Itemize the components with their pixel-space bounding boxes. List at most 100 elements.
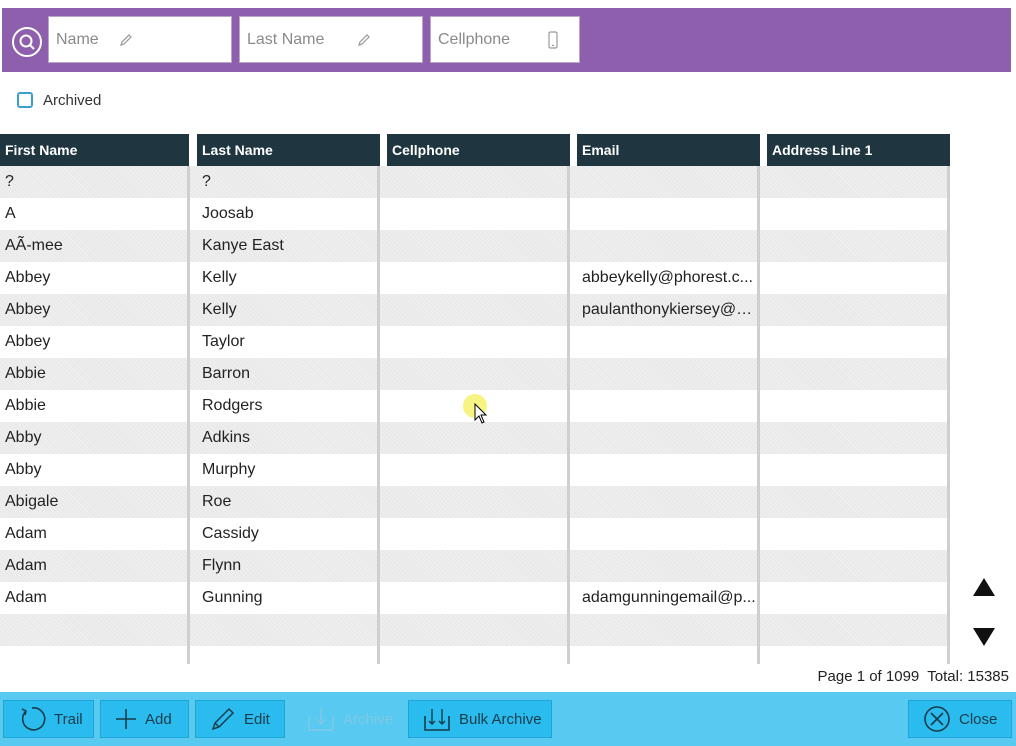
table-row[interactable]: Abbey Kelly abbeykelly@phorest.c... bbox=[0, 262, 950, 294]
search-icon bbox=[19, 34, 35, 50]
cell-email bbox=[577, 166, 757, 198]
cell-last-name: Roe bbox=[202, 493, 232, 510]
edit-label: Edit bbox=[244, 710, 270, 728]
cell-email bbox=[577, 550, 757, 582]
cell-first-name bbox=[0, 614, 187, 646]
column-header-last-name[interactable]: Last Name bbox=[197, 134, 380, 166]
cell-first-name: Abbey bbox=[5, 333, 51, 350]
bulk-archive-label: Bulk Archive bbox=[459, 710, 542, 728]
cell-email: adamgunningemail@p... bbox=[582, 589, 756, 606]
archived-filter[interactable]: Archived bbox=[17, 91, 101, 109]
table-row[interactable]: Abbie Barron bbox=[0, 358, 950, 390]
cell-first-name: Abbie bbox=[5, 397, 46, 414]
column-header-email[interactable]: Email bbox=[577, 134, 760, 166]
table-row[interactable]: Abigale Roe bbox=[0, 486, 950, 518]
archive-label: Archive bbox=[343, 710, 394, 728]
cell-address-line-1 bbox=[767, 326, 947, 358]
cell-email bbox=[577, 614, 757, 646]
cell-first-name: Abigale bbox=[5, 493, 59, 510]
cellphone-input[interactable] bbox=[438, 30, 543, 49]
close-circle-icon bbox=[924, 706, 950, 732]
cell-cellphone bbox=[387, 582, 567, 614]
plus-icon bbox=[116, 709, 136, 729]
cell-email bbox=[577, 198, 757, 230]
close-button[interactable]: Close bbox=[908, 700, 1012, 738]
scroll-down-icon[interactable] bbox=[972, 627, 996, 647]
bulk-archive-button[interactable]: Bulk Archive bbox=[408, 700, 552, 738]
column-header-first-name[interactable]: First Name bbox=[0, 134, 189, 166]
cell-address-line-1 bbox=[767, 454, 947, 486]
bottom-toolbar: Trail Add Edit Archive Bulk Archive Clos… bbox=[0, 692, 1016, 746]
last-name-field[interactable] bbox=[239, 16, 423, 63]
cell-last-name: Gunning bbox=[202, 589, 263, 606]
table-row[interactable]: Abbey Taylor bbox=[0, 326, 950, 358]
cell-cellphone bbox=[387, 230, 567, 262]
cell-last-name: Flynn bbox=[202, 557, 242, 574]
table-row[interactable] bbox=[0, 614, 950, 646]
cell-address-line-1 bbox=[767, 358, 947, 390]
last-name-input[interactable] bbox=[247, 30, 352, 49]
table-row[interactable]: ?? bbox=[0, 166, 950, 198]
column-divider bbox=[187, 166, 190, 664]
column-header-cellphone[interactable]: Cellphone bbox=[387, 134, 570, 166]
cell-cellphone bbox=[387, 518, 567, 550]
table-row[interactable]: A Joosab bbox=[0, 198, 950, 230]
cell-last-name: Taylor bbox=[202, 333, 245, 350]
phone-icon bbox=[547, 30, 559, 49]
archived-label: Archived bbox=[43, 91, 102, 109]
pencil-icon bbox=[118, 32, 134, 48]
trail-button[interactable]: Trail bbox=[3, 700, 94, 738]
cell-first-name: Abby bbox=[5, 461, 42, 478]
table-row[interactable]: Abby Murphy bbox=[0, 454, 950, 486]
cell-first-name: ? bbox=[5, 173, 14, 190]
table-row[interactable]: Adam Flynn bbox=[0, 550, 950, 582]
cell-last-name: Rodgers bbox=[202, 397, 263, 414]
column-header-address-line-1[interactable]: Address Line 1 bbox=[767, 134, 950, 166]
cell-last-name: Murphy bbox=[202, 461, 256, 478]
cell-last-name: Joosab bbox=[202, 205, 254, 222]
column-divider bbox=[567, 166, 570, 664]
close-label: Close bbox=[959, 710, 998, 728]
add-label: Add bbox=[145, 710, 172, 728]
cell-email: abbeykelly@phorest.c... bbox=[582, 269, 753, 286]
history-icon bbox=[21, 707, 46, 731]
cell-first-name: Adam bbox=[5, 557, 47, 574]
cell-first-name: Abbey bbox=[5, 269, 51, 286]
table-row[interactable]: Adam Gunning adamgunningemail@p... bbox=[0, 582, 950, 614]
cell-cellphone bbox=[387, 262, 567, 294]
name-input[interactable] bbox=[56, 30, 114, 49]
cell-address-line-1 bbox=[767, 390, 947, 422]
cell-email bbox=[577, 230, 757, 262]
cell-address-line-1 bbox=[767, 518, 947, 550]
cell-email bbox=[577, 518, 757, 550]
cell-address-line-1 bbox=[767, 486, 947, 518]
page-indicator: Page 1 of 1099 bbox=[817, 668, 920, 685]
table-row[interactable]: Abbey Kelly paulanthonykiersey@g... bbox=[0, 294, 950, 326]
cellphone-field[interactable] bbox=[430, 16, 580, 63]
table-row[interactable]: Abby Adkins bbox=[0, 422, 950, 454]
cell-address-line-1 bbox=[767, 166, 947, 198]
add-button[interactable]: Add bbox=[100, 700, 189, 738]
table-row[interactable]: Adam Cassidy bbox=[0, 518, 950, 550]
cell-last-name: ? bbox=[202, 173, 211, 190]
cell-first-name: AÃ-mee bbox=[5, 237, 63, 254]
cell-address-line-1 bbox=[767, 262, 947, 294]
column-divider bbox=[757, 166, 760, 664]
name-field[interactable] bbox=[48, 16, 232, 63]
cell-email bbox=[577, 358, 757, 390]
edit-button[interactable]: Edit bbox=[195, 700, 285, 738]
archive-button[interactable]: Archive bbox=[292, 700, 397, 738]
scroll-up-icon[interactable] bbox=[972, 577, 996, 597]
cell-cellphone bbox=[387, 422, 567, 454]
cell-cellphone bbox=[387, 486, 567, 518]
cell-email: paulanthonykiersey@g... bbox=[582, 301, 757, 318]
search-button[interactable] bbox=[12, 27, 42, 57]
cell-email bbox=[577, 486, 757, 518]
cell-email bbox=[577, 422, 757, 454]
column-divider bbox=[377, 166, 380, 664]
table-row[interactable]: AÃ-mee Kanye East bbox=[0, 230, 950, 262]
cell-first-name: Adam bbox=[5, 525, 47, 542]
archived-checkbox[interactable] bbox=[17, 92, 33, 108]
cell-cellphone bbox=[387, 454, 567, 486]
cell-cellphone bbox=[387, 294, 567, 326]
